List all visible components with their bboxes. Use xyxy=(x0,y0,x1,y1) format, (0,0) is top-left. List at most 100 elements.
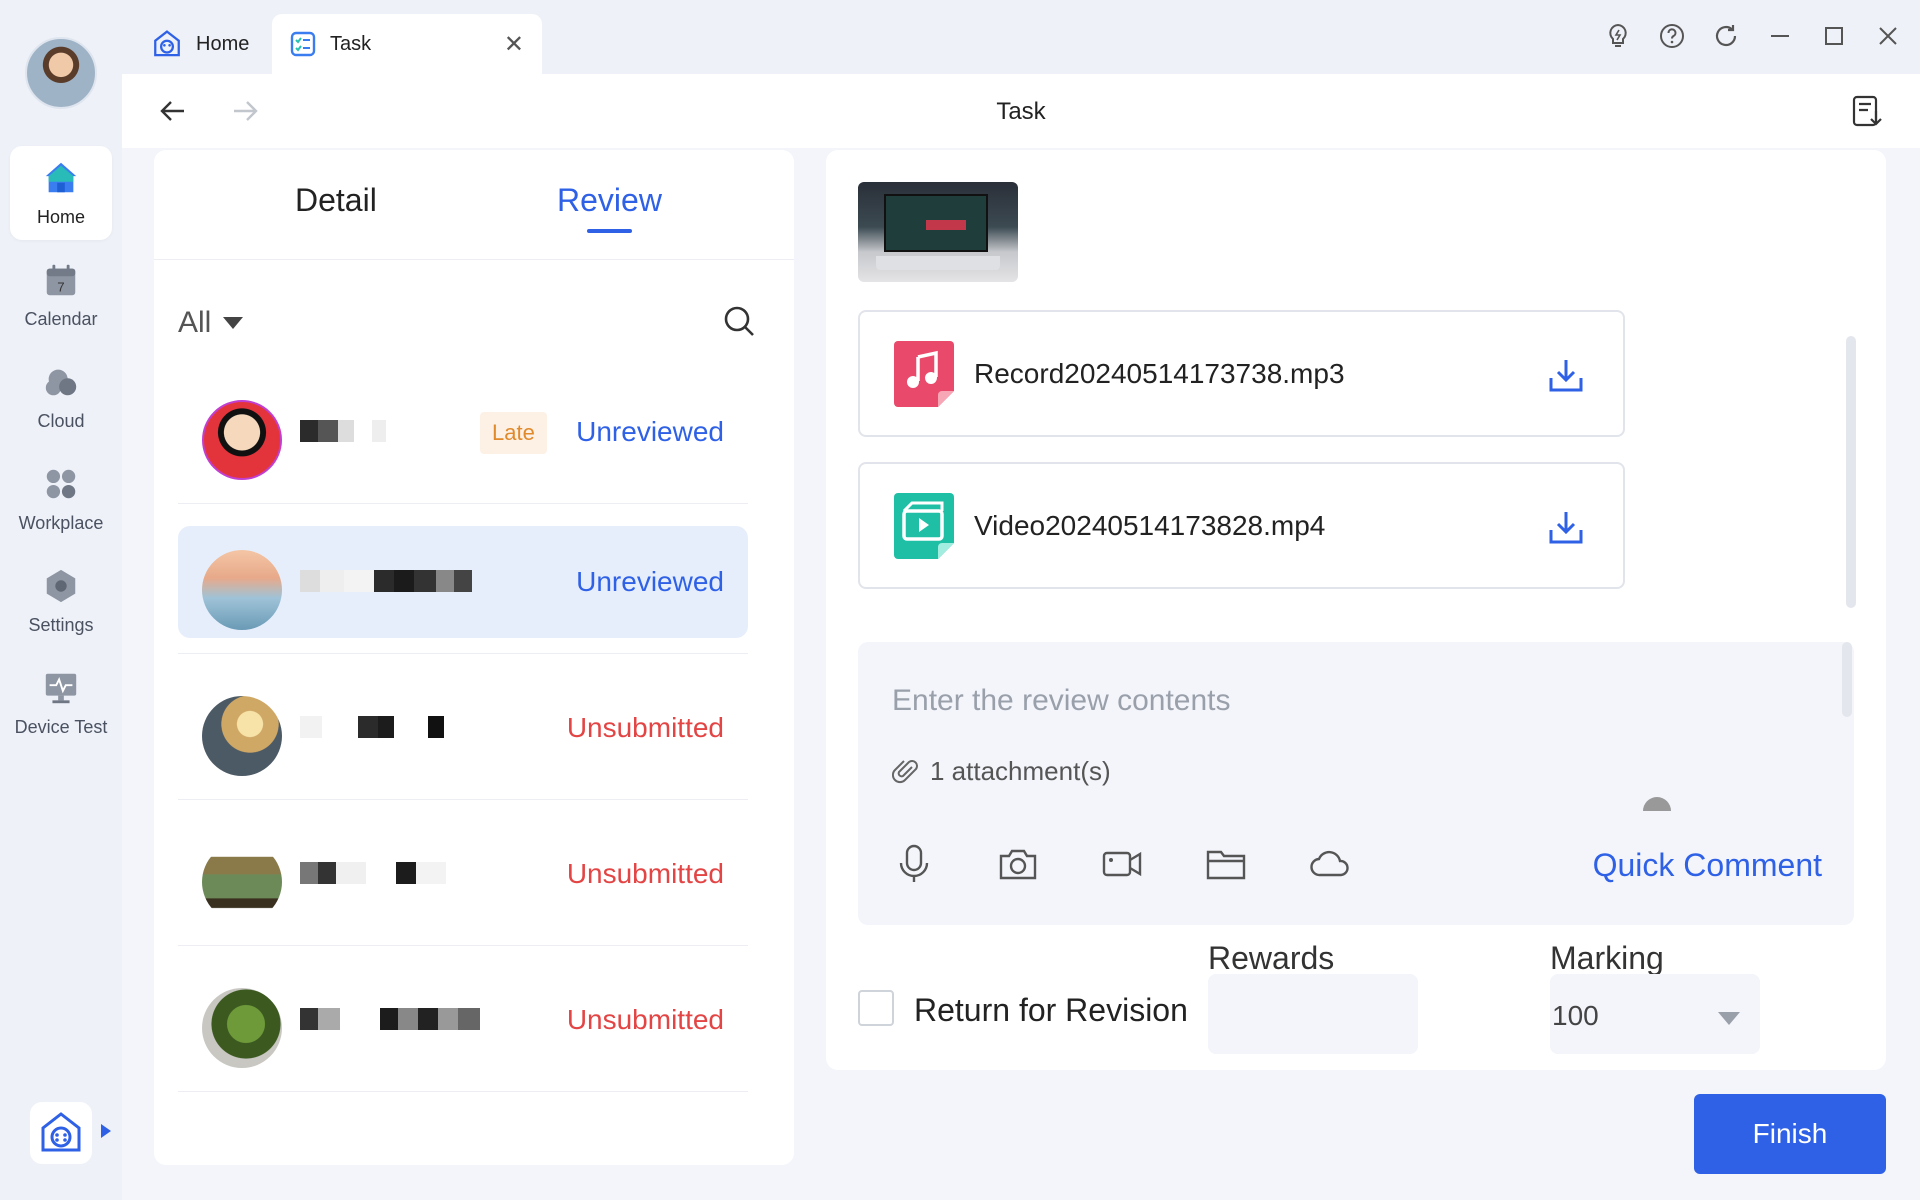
review-scrollbar[interactable] xyxy=(1842,642,1852,717)
submission-panel: Detail Review All Late Unreviewed Unrevi… xyxy=(154,150,794,1165)
rail-label: Workplace xyxy=(18,512,104,533)
cloud-attach-button[interactable] xyxy=(1308,842,1352,886)
student-row[interactable]: Unsubmitted xyxy=(178,672,748,800)
tab-home-label: Home xyxy=(196,32,250,55)
home-icon xyxy=(45,162,77,192)
marking-value: 100 xyxy=(1552,1000,1599,1031)
close-tab-icon[interactable]: ✕ xyxy=(504,30,524,59)
search-icon[interactable] xyxy=(722,304,756,338)
student-avatar xyxy=(202,988,282,1068)
rail-item-cloud[interactable]: Cloud xyxy=(10,350,112,444)
student-name-redacted xyxy=(300,1008,480,1030)
export-list-icon[interactable] xyxy=(1850,94,1884,128)
attachment-count[interactable]: 1 attachment(s) xyxy=(892,756,1111,787)
cloud-icon xyxy=(45,369,77,395)
audio-file-card[interactable]: Record20240514173738.mp3 xyxy=(858,310,1625,437)
student-row[interactable]: Unsubmitted xyxy=(178,818,748,946)
minimize-icon xyxy=(1771,35,1789,37)
rail-label: Cloud xyxy=(37,410,85,431)
close-window-button[interactable] xyxy=(1874,22,1902,50)
nav-row: Task xyxy=(122,74,1920,148)
marking-label: Marking xyxy=(1550,940,1664,976)
device-test-icon xyxy=(45,673,77,703)
row-divider xyxy=(178,1091,748,1092)
attachments-scrollbar[interactable] xyxy=(1846,336,1856,608)
grading-row: Return for Revision Rewards Marking 100 xyxy=(858,940,1858,1060)
rail-item-calendar[interactable]: 7 Calendar xyxy=(10,248,112,342)
caret-down-icon xyxy=(223,317,244,329)
maximize-button[interactable] xyxy=(1820,22,1848,50)
row-divider xyxy=(178,799,748,800)
submission-image-thumbnail[interactable] xyxy=(858,182,1018,282)
tab-task-label: Task xyxy=(330,32,372,55)
student-row-selected[interactable]: Unreviewed xyxy=(178,526,748,654)
review-status: Unsubmitted xyxy=(566,1004,724,1035)
indicator-dot xyxy=(1643,797,1671,811)
rewards-label: Rewards xyxy=(1208,940,1335,976)
rewards-input[interactable] xyxy=(1208,974,1418,1054)
attachment-toolbar xyxy=(892,842,1352,886)
filter-dropdown[interactable]: All xyxy=(178,306,244,340)
expand-arrow-icon[interactable] xyxy=(101,1124,111,1138)
record-audio-button[interactable] xyxy=(892,842,936,886)
review-status: Unsubmitted xyxy=(566,858,724,889)
minimize-button[interactable] xyxy=(1766,22,1794,50)
rail-label: Device Test xyxy=(14,716,108,737)
attachment-count-label: 1 attachment(s) xyxy=(930,756,1111,786)
student-avatar xyxy=(202,550,282,630)
student-row[interactable]: Unsubmitted xyxy=(178,964,748,1092)
rail-label: Settings xyxy=(28,614,94,635)
audio-file-name: Record20240514173738.mp3 xyxy=(974,357,1345,389)
row-divider xyxy=(178,945,748,946)
cloud-icon xyxy=(1310,850,1349,877)
refresh-button[interactable] xyxy=(1712,22,1740,50)
robot-icon xyxy=(154,30,180,57)
video-file-name: Video20240514173828.mp4 xyxy=(974,509,1326,541)
tab-home[interactable]: Home xyxy=(134,14,267,74)
student-row[interactable]: Late Unreviewed xyxy=(178,376,748,504)
microphone-icon xyxy=(899,844,929,882)
download-icon[interactable] xyxy=(1547,356,1585,394)
settings-icon xyxy=(46,569,76,602)
rail-item-home[interactable]: Home xyxy=(10,146,112,240)
rail-item-settings[interactable]: Settings xyxy=(10,554,112,648)
workplace-icon xyxy=(46,469,76,498)
student-name-redacted xyxy=(300,420,386,442)
video-file-card[interactable]: Video20240514173828.mp4 xyxy=(858,462,1625,589)
tips-button[interactable] xyxy=(1604,22,1632,50)
take-photo-button[interactable] xyxy=(996,842,1040,886)
student-name-redacted xyxy=(300,570,472,592)
row-divider xyxy=(178,653,748,654)
return-for-revision-checkbox[interactable] xyxy=(858,990,894,1026)
record-video-button[interactable] xyxy=(1100,842,1144,886)
tab-detail[interactable]: Detail xyxy=(295,182,377,219)
marking-select[interactable]: 100 xyxy=(1550,974,1760,1054)
download-icon[interactable] xyxy=(1547,508,1585,546)
finish-button[interactable]: Finish xyxy=(1694,1094,1886,1174)
rail-item-workplace[interactable]: Workplace xyxy=(10,452,112,546)
robot-assistant-button[interactable] xyxy=(30,1102,92,1164)
quick-comment-button[interactable]: Quick Comment xyxy=(1593,847,1822,884)
thumbnail-keyboard xyxy=(876,256,1000,270)
camera-icon xyxy=(999,849,1037,880)
rail-item-device-test[interactable]: Device Test xyxy=(10,656,112,750)
student-name-redacted xyxy=(300,862,446,884)
tab-task[interactable]: Task ✕ xyxy=(272,14,542,74)
student-name-redacted xyxy=(300,716,444,738)
review-input-placeholder[interactable]: Enter the review contents xyxy=(892,684,1231,718)
help-button[interactable] xyxy=(1658,22,1686,50)
return-for-revision-label[interactable]: Return for Revision xyxy=(914,992,1188,1029)
music-file-icon xyxy=(894,340,954,407)
folder-icon xyxy=(1206,850,1246,880)
tab-review[interactable]: Review xyxy=(557,182,662,233)
review-editor[interactable]: Enter the review contents 1 attachment(s… xyxy=(858,642,1854,925)
user-avatar[interactable] xyxy=(25,37,97,109)
video-camera-icon xyxy=(1102,851,1142,877)
attach-file-button[interactable] xyxy=(1204,842,1248,886)
close-icon xyxy=(1879,27,1897,45)
review-status: Unreviewed xyxy=(576,566,724,597)
calendar-icon: 7 xyxy=(46,264,76,295)
page-title: Task xyxy=(996,98,1046,125)
maximize-icon xyxy=(1825,27,1843,45)
filter-label: All xyxy=(178,306,212,339)
